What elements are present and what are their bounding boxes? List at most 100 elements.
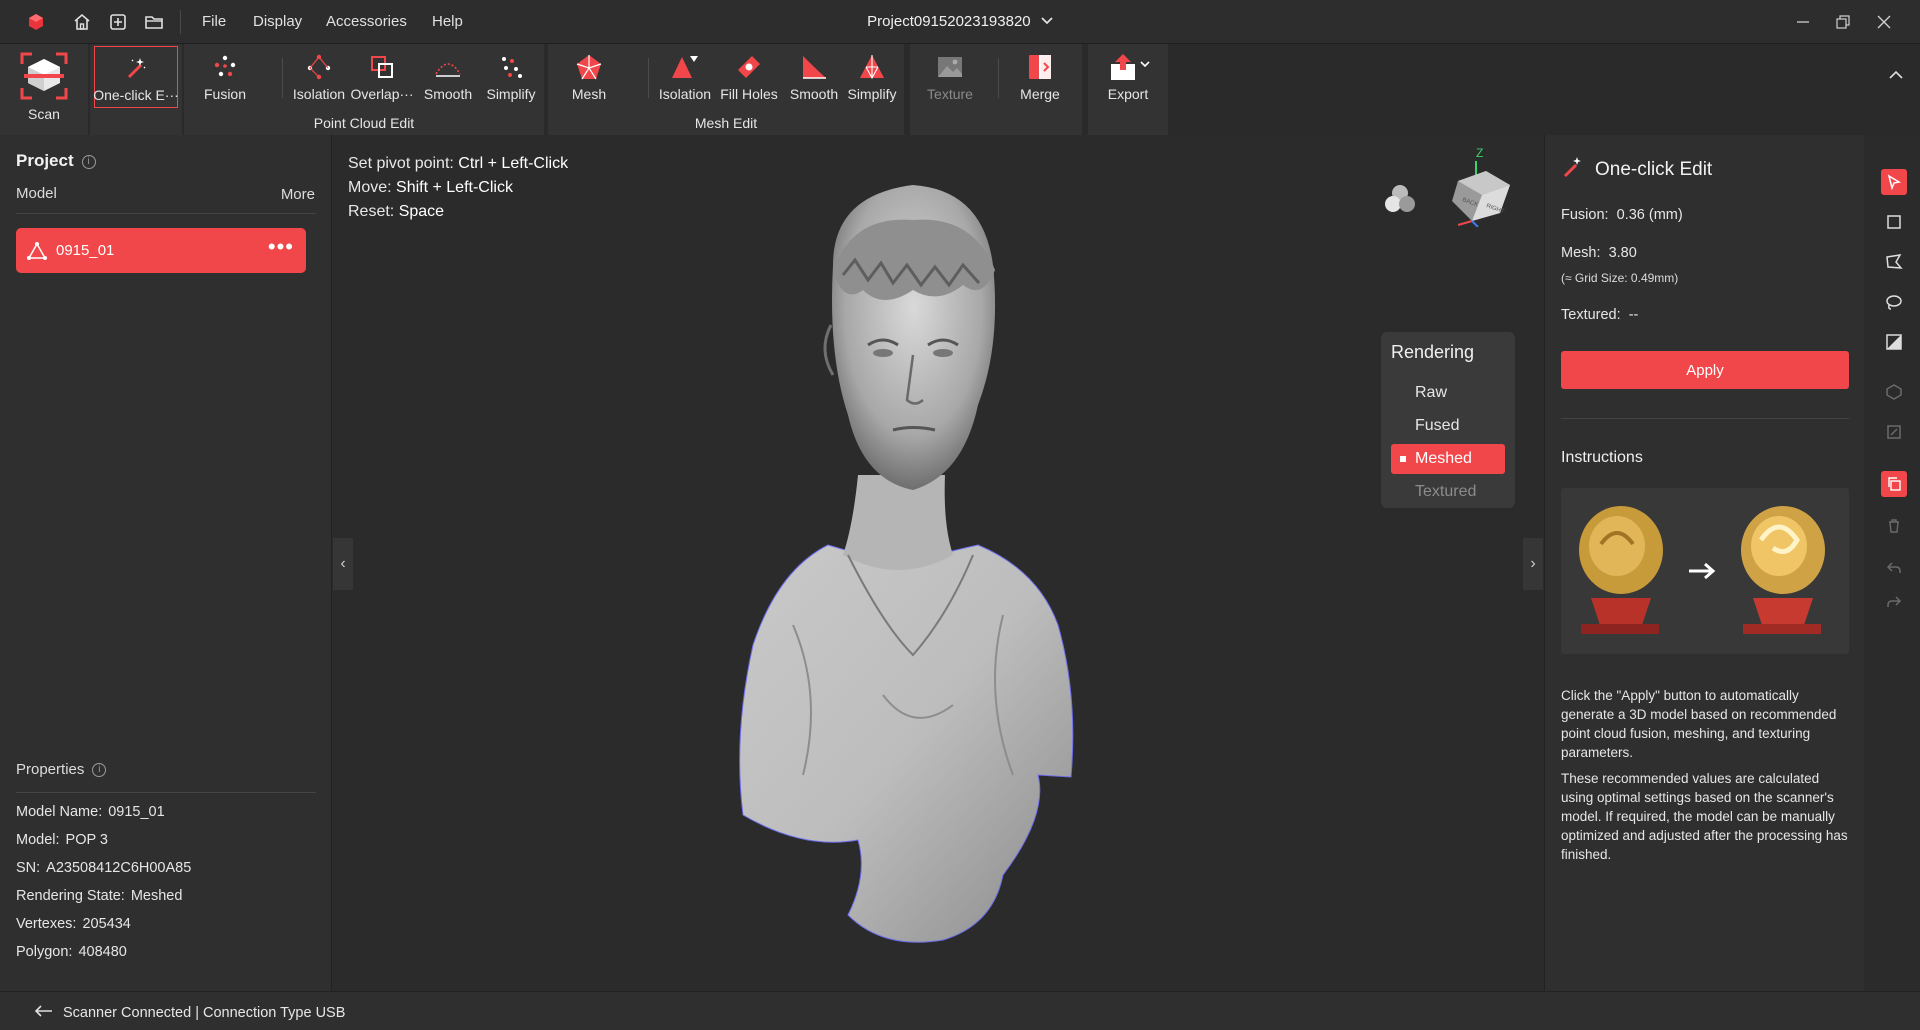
home-icon[interactable] xyxy=(70,10,94,34)
merge-button[interactable]: Merge xyxy=(1008,50,1072,108)
property-row: Model: POP 3 xyxy=(16,832,108,848)
rendering-option-fused[interactable]: Fused xyxy=(1391,411,1505,441)
property-row: Rendering State: Meshed xyxy=(16,888,182,904)
more-options-icon[interactable]: ••• xyxy=(268,234,294,260)
select-tool-icon[interactable] xyxy=(1881,169,1907,195)
menu-help[interactable]: Help xyxy=(432,13,463,30)
properties-heading-text: Properties xyxy=(16,761,85,778)
info-icon[interactable]: i xyxy=(92,763,107,778)
mesh-isolation-button[interactable]: Isolation xyxy=(652,50,718,108)
view-cube[interactable]: Z BACK RIGHT xyxy=(1438,145,1518,232)
undo-icon[interactable] xyxy=(1881,555,1907,581)
hint-key: Move: xyxy=(348,179,392,196)
pc-simplify-button[interactable]: Simplify xyxy=(480,50,542,108)
fusion-icon xyxy=(207,50,243,84)
property-row: Vertexes: 205434 xyxy=(16,916,131,932)
menu-accessories[interactable]: Accessories xyxy=(326,13,407,30)
one-click-edit-button[interactable]: One-click E··· xyxy=(93,46,179,108)
export-label: Export xyxy=(1107,86,1149,102)
project-heading: Project i xyxy=(16,151,96,171)
apply-button[interactable]: Apply xyxy=(1561,351,1849,389)
scan-button[interactable]: Scan xyxy=(10,48,78,132)
pc-isolation-button[interactable]: Isolation xyxy=(288,50,350,108)
select-connected-icon[interactable] xyxy=(1881,379,1907,405)
project-title-dropdown[interactable]: Project09152023193820 xyxy=(700,13,1220,30)
merge-icon xyxy=(1022,50,1058,84)
mesh-simplify-button[interactable]: Simplify xyxy=(842,50,902,108)
property-key: Rendering State: xyxy=(16,888,125,904)
scan-label: Scan xyxy=(28,106,60,122)
scan-icon xyxy=(16,48,72,104)
menu-file[interactable]: File xyxy=(202,13,226,30)
rendering-option-meshed[interactable]: Meshed xyxy=(1391,444,1505,474)
export-button[interactable]: Export xyxy=(1092,50,1164,108)
mesh-group-label: Mesh Edit xyxy=(694,115,758,131)
overlap-label: Overlap··· xyxy=(350,86,414,102)
pc-smooth-button[interactable]: Smooth xyxy=(416,50,480,108)
more-link[interactable]: More xyxy=(281,186,315,203)
3d-viewport[interactable]: Set pivot point: Ctrl + Left-Click Move:… xyxy=(333,135,1543,991)
copy-selection-icon[interactable] xyxy=(1881,471,1907,497)
hint-move: Move: Shift + Left-Click xyxy=(348,179,513,197)
chevron-right-icon: › xyxy=(1530,555,1536,572)
lighting-icon[interactable] xyxy=(1383,183,1417,220)
hint-pivot: Set pivot point: Ctrl + Left-Click xyxy=(348,155,568,173)
isolation-icon xyxy=(301,50,337,84)
smooth-icon xyxy=(430,50,466,84)
mesh-simplify-label: Simplify xyxy=(847,86,897,102)
ribbon-separator xyxy=(648,58,649,98)
rendering-option-raw[interactable]: Raw xyxy=(1391,378,1505,408)
property-value: POP 3 xyxy=(65,832,108,848)
fill-holes-icon xyxy=(731,50,767,84)
menu-display[interactable]: Display xyxy=(253,13,302,30)
collapse-right-panel-button[interactable]: › xyxy=(1523,538,1543,590)
app-logo-icon xyxy=(24,10,48,34)
before-model-image xyxy=(1579,506,1663,634)
rendering-option-textured[interactable]: Textured xyxy=(1391,477,1505,507)
overlap-button[interactable]: Overlap··· xyxy=(350,50,414,108)
param-key: Mesh: xyxy=(1561,245,1601,261)
open-folder-icon[interactable] xyxy=(142,10,166,34)
param-key: Textured: xyxy=(1561,307,1621,323)
divider xyxy=(1561,418,1849,419)
model-list-item[interactable]: 0915_01 ••• xyxy=(16,228,306,273)
properties-heading: Properties i xyxy=(16,761,107,778)
minimize-icon[interactable] xyxy=(1791,10,1815,34)
instructions-heading: Instructions xyxy=(1561,449,1643,466)
new-project-icon[interactable] xyxy=(106,10,130,34)
property-key: SN: xyxy=(16,860,41,876)
mesh-smooth-button[interactable]: Smooth xyxy=(784,50,844,108)
project-heading-text: Project xyxy=(16,151,74,170)
mesh-button[interactable]: Mesh xyxy=(558,50,620,108)
delete-icon[interactable] xyxy=(1881,513,1907,539)
divider xyxy=(16,213,316,214)
fusion-button[interactable]: Fusion xyxy=(192,50,258,108)
texture-icon xyxy=(932,50,968,84)
collapse-left-panel-button[interactable]: ‹ xyxy=(333,538,353,590)
hint-value: Shift + Left-Click xyxy=(396,179,513,196)
invert-selection-icon[interactable] xyxy=(1881,329,1907,355)
select-through-icon[interactable] xyxy=(1881,419,1907,445)
redo-icon[interactable] xyxy=(1881,589,1907,615)
rendering-title: Rendering xyxy=(1391,342,1475,362)
property-row: Polygon: 408480 xyxy=(16,944,127,960)
one-click-group: One-click E··· xyxy=(90,44,182,135)
mesh-edit-group: Mesh Isolation Fill Holes Smooth Simplif… xyxy=(548,44,904,135)
restore-icon[interactable] xyxy=(1831,10,1855,34)
hint-key: Reset: xyxy=(348,203,395,220)
info-icon[interactable]: i xyxy=(81,154,96,169)
scanned-bust-model[interactable] xyxy=(683,175,1123,955)
rendering-mode-panel: Rendering Raw Fused Meshed Textured xyxy=(1381,332,1515,508)
mesh-icon xyxy=(571,50,607,84)
collapse-ribbon-icon[interactable] xyxy=(1888,68,1904,86)
close-icon[interactable] xyxy=(1872,10,1896,34)
rectangle-select-icon[interactable] xyxy=(1881,209,1907,235)
ribbon-toolbar: Scan One-click E··· Fusion Isolation Ove… xyxy=(0,44,1920,135)
param-key: Fusion: xyxy=(1561,207,1609,223)
instructions-illustration xyxy=(1561,488,1849,654)
fill-holes-button[interactable]: Fill Holes xyxy=(714,50,784,108)
lasso-select-icon[interactable] xyxy=(1881,289,1907,315)
polygon-select-icon[interactable] xyxy=(1881,249,1907,275)
title-bar: File Display Accessories Help Project091… xyxy=(0,0,1920,44)
texture-button[interactable]: Texture xyxy=(918,50,982,108)
